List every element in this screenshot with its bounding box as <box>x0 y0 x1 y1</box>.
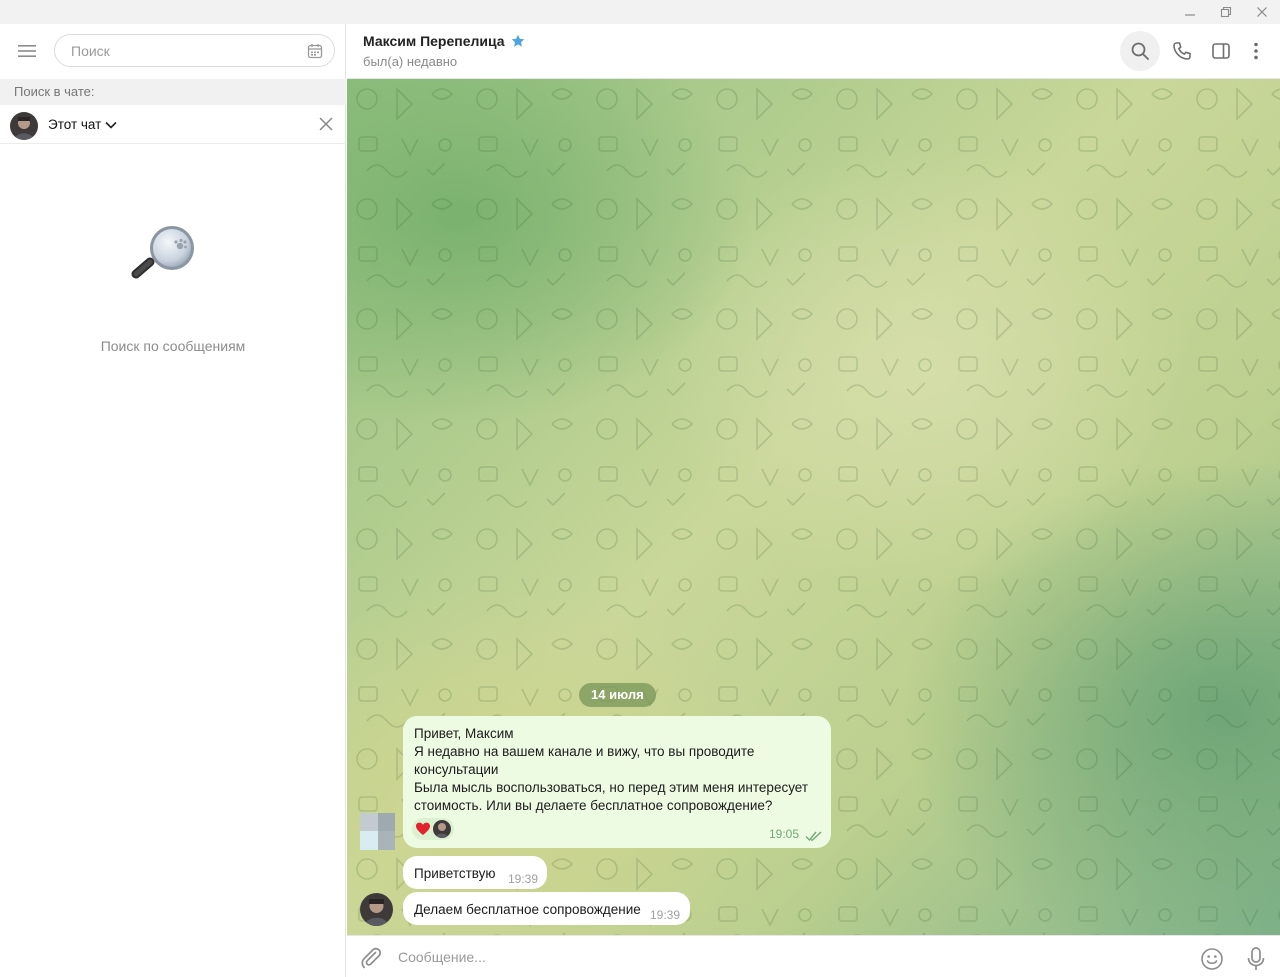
calendar-icon[interactable] <box>307 43 323 59</box>
restore-icon <box>1220 6 1232 18</box>
message-time: 19:05 <box>768 827 799 841</box>
magnifier-illustration-icon <box>131 226 194 279</box>
message-time: 19:39 <box>650 908 681 922</box>
message-text-line: Я недавно на вашем канале и вижу, что вы… <box>414 744 755 759</box>
outgoing-message[interactable]: Приветствую 19:39 <box>403 856 547 889</box>
more-vertical-icon <box>1254 42 1258 60</box>
emoji-icon[interactable] <box>1200 947 1224 971</box>
phone-icon <box>1173 42 1191 60</box>
close-icon[interactable] <box>318 116 334 132</box>
sidebar-toggle-button[interactable] <box>1201 31 1241 71</box>
message-text-line: стоимость. Или вы делаете бесплатное соп… <box>414 798 773 813</box>
double-check-icon <box>805 831 822 842</box>
more-button[interactable] <box>1236 31 1276 71</box>
chat-filter-dropdown[interactable]: Этот чат <box>48 117 117 132</box>
close-icon <box>1257 7 1267 17</box>
chat-filter-row: Этот чат <box>0 106 346 144</box>
contact-status: был(а) недавно <box>363 54 458 69</box>
hamburger-icon <box>18 45 36 57</box>
message-text: Делаем бесплатное сопровождение <box>414 902 641 917</box>
search-input[interactable] <box>71 42 291 60</box>
close-window-button[interactable] <box>1242 0 1280 24</box>
date-separator: 14 июля <box>579 683 656 707</box>
avatar <box>10 112 38 140</box>
left-panel: Поиск в чате: Этот чат <box>0 24 346 977</box>
microphone-icon[interactable] <box>1244 946 1268 972</box>
paperclip-icon[interactable] <box>359 946 383 970</box>
incoming-message[interactable]: Привет, Максим Я недавно на вашем канале… <box>403 716 831 848</box>
chat-area[interactable]: 14 июля Привет, Максим Я недавно на ваше… <box>347 79 1280 935</box>
restore-button[interactable] <box>1206 0 1246 24</box>
message-text-line: консультации <box>414 762 499 777</box>
contact-name: Максим Перепелица <box>363 33 505 49</box>
avatar[interactable] <box>360 813 395 850</box>
message-input[interactable] <box>398 947 1178 967</box>
message-time: 19:39 <box>508 872 539 886</box>
avatar <box>433 820 451 838</box>
minimize-icon <box>1185 14 1195 16</box>
call-button[interactable] <box>1162 31 1202 71</box>
chevron-down-icon <box>105 121 117 129</box>
search-button[interactable] <box>1120 31 1160 71</box>
message-composer <box>347 935 1280 977</box>
avatar[interactable] <box>360 893 393 926</box>
search-field <box>54 34 335 67</box>
empty-state-text: Поиск по сообщениям <box>100 338 246 354</box>
chat-filter-label: Этот чат <box>48 117 102 132</box>
chat-header: Максим Перепелица был(а) недавно <box>347 24 1280 79</box>
heart-icon <box>416 822 430 835</box>
main-menu-button[interactable] <box>12 38 42 64</box>
outgoing-message[interactable]: Делаем бесплатное сопровождение 19:39 <box>403 892 690 925</box>
search-in-chat-label: Поиск в чате: <box>14 84 95 99</box>
reaction-badge[interactable] <box>412 818 454 840</box>
sidebar-toggle-icon <box>1212 43 1230 59</box>
chat-title[interactable]: Максим Перепелица <box>363 33 525 49</box>
message-text: Приветствую <box>414 866 496 881</box>
search-in-chat-header: Поиск в чате: <box>0 79 346 105</box>
window-titlebar <box>0 0 1280 24</box>
search-icon <box>1131 42 1149 60</box>
message-text-line: Привет, Максим <box>414 726 514 741</box>
message-text-line: Была мысль воспользоваться, но перед эти… <box>414 780 809 795</box>
minimize-button[interactable] <box>1170 0 1210 24</box>
star-icon <box>511 34 524 47</box>
